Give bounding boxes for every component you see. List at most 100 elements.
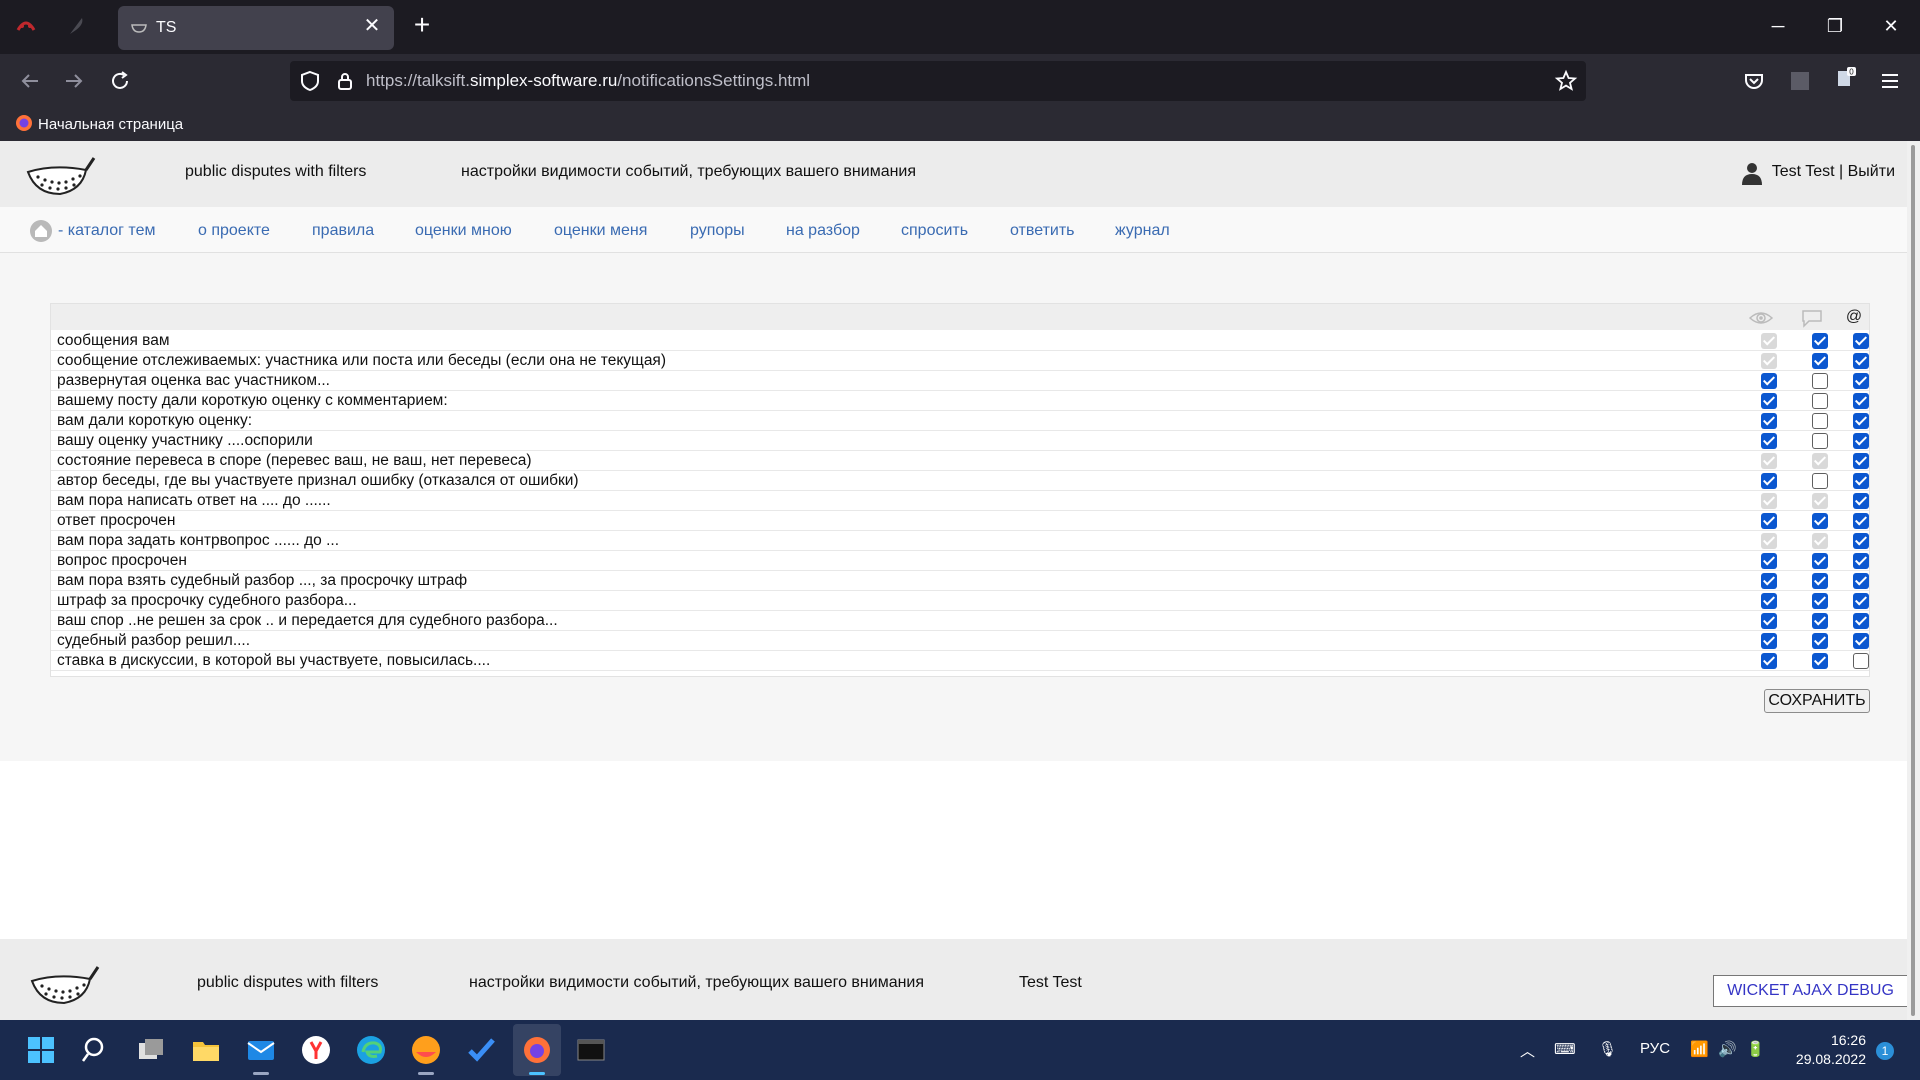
view-checkbox[interactable] bbox=[1761, 413, 1777, 429]
view-checkbox[interactable] bbox=[1761, 553, 1777, 569]
scrollbar-thumb[interactable] bbox=[1911, 145, 1915, 1016]
mail-icon[interactable] bbox=[245, 1034, 277, 1066]
email-checkbox[interactable] bbox=[1853, 553, 1869, 569]
firefox-taskbar-icon[interactable] bbox=[521, 1034, 553, 1066]
menu-catalog[interactable]: - каталог тем bbox=[58, 222, 155, 240]
comment-checkbox[interactable] bbox=[1812, 373, 1828, 389]
view-checkbox[interactable] bbox=[1761, 593, 1777, 609]
view-checkbox[interactable] bbox=[1761, 573, 1777, 589]
microphone-icon[interactable]: 🎙 bbox=[1598, 1040, 1617, 1058]
email-checkbox[interactable] bbox=[1853, 493, 1869, 509]
battery-icon[interactable]: 🔋 bbox=[1746, 1040, 1765, 1058]
view-checkbox[interactable] bbox=[1761, 513, 1777, 529]
view-checkbox[interactable] bbox=[1761, 613, 1777, 629]
email-checkbox[interactable] bbox=[1853, 333, 1869, 349]
email-checkbox[interactable] bbox=[1853, 393, 1869, 409]
email-checkbox[interactable] bbox=[1853, 573, 1869, 589]
email-checkbox[interactable] bbox=[1853, 413, 1869, 429]
email-checkbox[interactable] bbox=[1853, 633, 1869, 649]
menu-about[interactable]: о проекте bbox=[198, 222, 270, 240]
view-checkbox[interactable] bbox=[1761, 393, 1777, 409]
email-checkbox[interactable] bbox=[1853, 353, 1869, 369]
email-checkbox[interactable] bbox=[1853, 433, 1869, 449]
active-tab[interactable]: TS ✕ bbox=[118, 6, 394, 50]
save-button[interactable]: СОХРАНИТЬ bbox=[1764, 689, 1870, 713]
email-checkbox[interactable] bbox=[1853, 533, 1869, 549]
email-checkbox[interactable] bbox=[1853, 373, 1869, 389]
menu-for-review[interactable]: на разбор bbox=[786, 222, 860, 240]
user-logout-link[interactable]: Test Test | Выйти bbox=[1772, 163, 1895, 181]
yandex-browser-icon[interactable] bbox=[300, 1034, 332, 1066]
menu-rules[interactable]: правила bbox=[312, 222, 374, 240]
windows-start-icon[interactable] bbox=[25, 1034, 57, 1066]
comment-checkbox[interactable] bbox=[1812, 413, 1828, 429]
reload-icon[interactable] bbox=[108, 69, 132, 93]
volume-icon[interactable]: 🔊 bbox=[1718, 1040, 1737, 1058]
menu-ask[interactable]: спросить bbox=[901, 222, 968, 240]
menu-ratings-of-me[interactable]: оценки меня bbox=[554, 222, 647, 240]
view-checkbox[interactable] bbox=[1761, 473, 1777, 489]
new-tab-icon[interactable]: + bbox=[410, 11, 434, 39]
search-icon[interactable] bbox=[80, 1034, 112, 1066]
wicket-debug-button[interactable]: WICKET AJAX DEBUG bbox=[1713, 975, 1908, 1007]
page-scrollbar[interactable] bbox=[1907, 141, 1920, 1020]
edge-icon[interactable] bbox=[355, 1034, 387, 1066]
extension-icon[interactable] bbox=[1788, 69, 1812, 93]
view-checkbox[interactable] bbox=[1761, 433, 1777, 449]
comment-checkbox[interactable] bbox=[1812, 593, 1828, 609]
language-indicator[interactable]: РУС bbox=[1640, 1040, 1670, 1057]
comment-checkbox[interactable] bbox=[1812, 393, 1828, 409]
file-explorer-icon[interactable] bbox=[190, 1034, 222, 1066]
comment-checkbox[interactable] bbox=[1812, 333, 1828, 349]
home-icon[interactable] bbox=[29, 219, 53, 243]
notification-badge[interactable]: 1 bbox=[1876, 1042, 1894, 1060]
menu-megaphones[interactable]: рупоры bbox=[690, 222, 745, 240]
comment-checkbox[interactable] bbox=[1812, 433, 1828, 449]
pocket-icon[interactable] bbox=[1742, 69, 1766, 93]
menu-answer[interactable]: ответить bbox=[1010, 222, 1075, 240]
close-tab-icon[interactable]: ✕ bbox=[362, 16, 382, 36]
minimize-icon[interactable]: ─ bbox=[1766, 14, 1790, 38]
terminal-icon[interactable] bbox=[575, 1034, 607, 1066]
view-checkbox[interactable] bbox=[1761, 653, 1777, 669]
comment-checkbox[interactable] bbox=[1812, 473, 1828, 489]
restore-icon[interactable]: ❐ bbox=[1823, 14, 1847, 38]
menu-journal[interactable]: журнал bbox=[1115, 222, 1170, 240]
reader-app-icon[interactable] bbox=[410, 1034, 442, 1066]
menu-icon[interactable] bbox=[1878, 69, 1902, 93]
view-checkbox[interactable] bbox=[1761, 633, 1777, 649]
comment-checkbox[interactable] bbox=[1812, 353, 1828, 369]
menu-ratings-by-me[interactable]: оценки мною bbox=[415, 222, 512, 240]
forward-icon[interactable] bbox=[62, 69, 86, 93]
email-checkbox[interactable] bbox=[1853, 613, 1869, 629]
comment-checkbox[interactable] bbox=[1812, 553, 1828, 569]
pinned-tab-icon[interactable] bbox=[14, 14, 38, 38]
todo-icon[interactable] bbox=[465, 1034, 497, 1066]
close-window-icon[interactable]: ✕ bbox=[1879, 14, 1903, 38]
email-checkbox[interactable] bbox=[1853, 593, 1869, 609]
shield-icon[interactable] bbox=[298, 69, 322, 93]
comment-checkbox[interactable] bbox=[1812, 613, 1828, 629]
comment-checkbox[interactable] bbox=[1812, 633, 1828, 649]
back-icon[interactable] bbox=[18, 69, 42, 93]
pinned-tab-feather-icon[interactable] bbox=[64, 14, 88, 38]
bookmark-star-icon[interactable] bbox=[1554, 69, 1578, 93]
keyboard-icon[interactable]: ⌨ bbox=[1554, 1040, 1576, 1058]
comment-checkbox[interactable] bbox=[1812, 573, 1828, 589]
clock[interactable]: 16:26 29.08.2022 bbox=[1776, 1031, 1866, 1069]
wifi-icon[interactable]: 📶 bbox=[1690, 1040, 1709, 1058]
email-checkbox[interactable] bbox=[1853, 653, 1869, 669]
email-checkbox[interactable] bbox=[1853, 473, 1869, 489]
view-checkbox[interactable] bbox=[1761, 373, 1777, 389]
email-checkbox[interactable] bbox=[1853, 453, 1869, 469]
task-view-icon[interactable] bbox=[135, 1034, 167, 1066]
lock-icon[interactable] bbox=[333, 69, 357, 93]
comment-checkbox[interactable] bbox=[1812, 653, 1828, 669]
email-checkbox[interactable] bbox=[1853, 513, 1869, 529]
colander-logo-footer[interactable] bbox=[28, 959, 100, 1011]
colander-logo[interactable] bbox=[24, 150, 96, 202]
bookmark-home[interactable]: Начальная страница bbox=[15, 114, 183, 134]
chevron-up-icon[interactable]: ︿ bbox=[1520, 1040, 1535, 1061]
clipboard-extension-icon[interactable]: 0 bbox=[1833, 65, 1857, 89]
comment-checkbox[interactable] bbox=[1812, 513, 1828, 529]
